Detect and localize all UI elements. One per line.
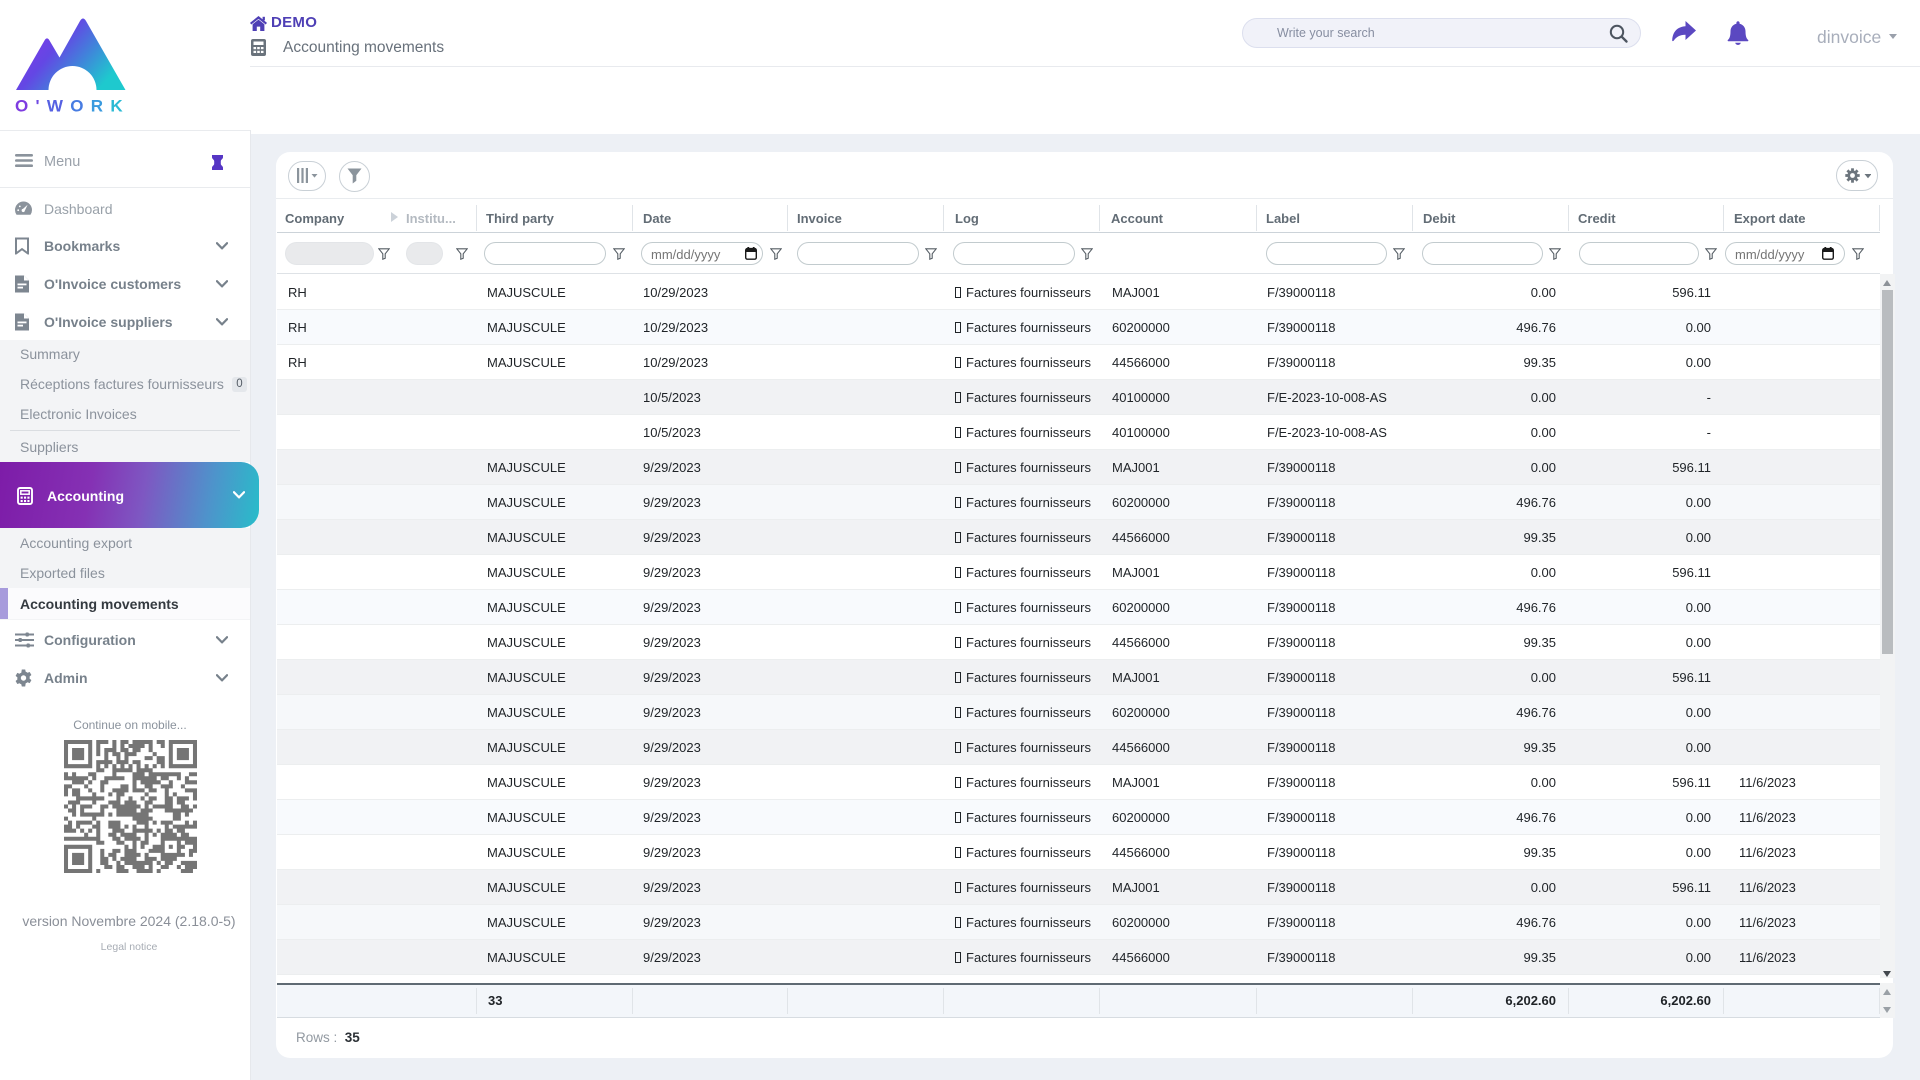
svg-text:O'WORK: O'WORK bbox=[15, 97, 130, 116]
